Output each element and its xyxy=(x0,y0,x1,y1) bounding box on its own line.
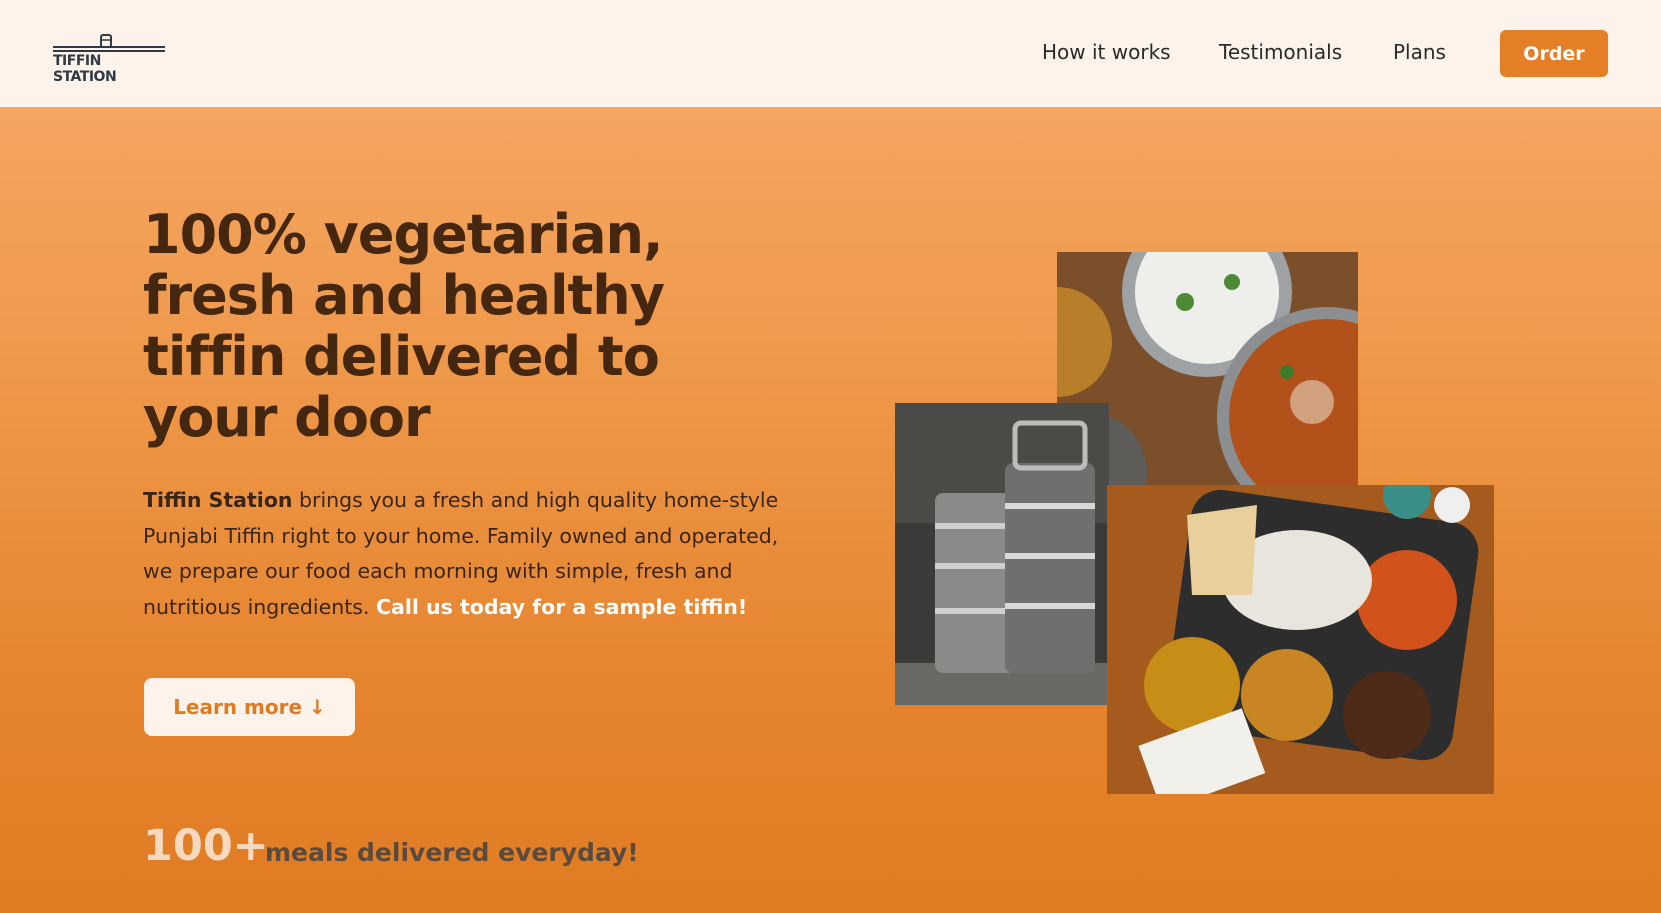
site-header: TIFFIN STATION How it works Testimonials… xyxy=(0,0,1661,107)
learn-more-button[interactable]: Learn more ↓ xyxy=(144,678,355,736)
nav-testimonials[interactable]: Testimonials xyxy=(1219,40,1342,64)
order-button[interactable]: Order xyxy=(1500,30,1608,77)
tiffin-carrier-photo xyxy=(895,403,1109,705)
hero-description: Tiffin Station brings you a fresh and hi… xyxy=(143,483,793,625)
nav-how-it-works[interactable]: How it works xyxy=(1042,40,1171,64)
sample-cta-text: Call us today for a sample tiffin! xyxy=(375,594,748,619)
meals-count-label: meals delivered everyday! xyxy=(265,838,639,867)
logo-text: TIFFIN STATION xyxy=(53,53,117,85)
hero-headline: 100% vegetarian, fresh and healthy tiffi… xyxy=(143,203,665,449)
nav-plans[interactable]: Plans xyxy=(1393,40,1446,64)
thali-platter-photo xyxy=(1107,485,1494,794)
tiffin-carrier-logo-icon xyxy=(53,34,165,52)
brand-name: Tiffin Station xyxy=(143,488,293,512)
meals-count: 100+ xyxy=(143,821,269,871)
tiffin-station-logo[interactable]: TIFFIN STATION xyxy=(53,33,165,85)
